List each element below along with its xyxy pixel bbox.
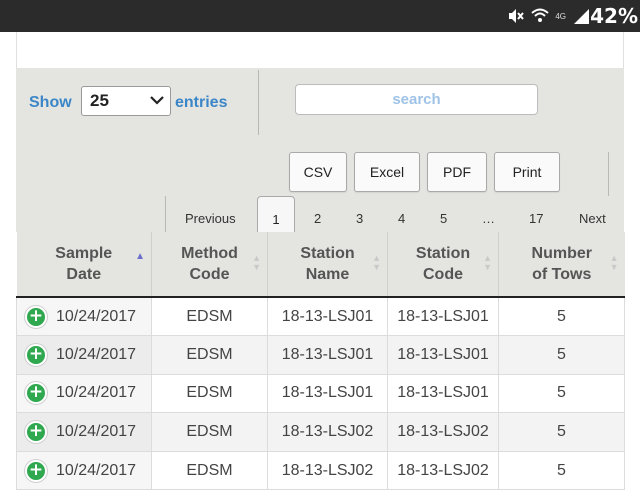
battery-percent: 42%	[590, 4, 638, 28]
page-spacer	[16, 32, 624, 68]
station-name-cell: 18-13-LSJ01	[267, 296, 388, 337]
pagination-page-5[interactable]: 5	[440, 211, 447, 226]
sort-icon: ▲ ▼	[372, 253, 381, 272]
sort-icon: ▲ ▼	[483, 253, 492, 272]
station-code-cell: 18-13-LSJ02	[387, 412, 499, 452]
expand-row-plus-icon[interactable]: +	[25, 305, 47, 328]
mute-icon	[509, 9, 525, 23]
pagination-page-2[interactable]: 2	[314, 211, 321, 226]
pagination-page-3[interactable]: 3	[356, 211, 363, 226]
column-header-station-name[interactable]: Station Name ▲ ▼	[267, 232, 388, 298]
chevron-down-icon	[150, 96, 164, 105]
print-button[interactable]: Print	[494, 152, 560, 192]
sample-date-cell: +10/24/2017	[16, 335, 152, 375]
pagination-previous[interactable]: Previous	[185, 211, 236, 226]
entries-value: 25	[90, 91, 109, 110]
entries-per-page-select[interactable]: 25	[81, 86, 171, 116]
pagination-ellipsis: …	[482, 211, 495, 226]
table-row: +10/24/2017 EDSM 18-13-LSJ01 18-13-LSJ01…	[16, 373, 625, 414]
controls-divider	[258, 70, 259, 135]
expand-row-plus-icon[interactable]: +	[25, 459, 47, 482]
sample-date-cell: +10/24/2017	[16, 450, 152, 490]
pagination-page-4[interactable]: 4	[398, 211, 405, 226]
station-name-cell: 18-13-LSJ01	[267, 335, 388, 375]
station-code-cell: 18-13-LSJ02	[387, 450, 499, 490]
pagination-next[interactable]: Next	[579, 211, 606, 226]
table-row: +10/24/2017 EDSM 18-13-LSJ02 18-13-LSJ02…	[16, 412, 625, 452]
method-code-cell: EDSM	[151, 373, 268, 414]
expand-row-plus-icon[interactable]: +	[25, 343, 47, 366]
sample-date-cell: +10/24/2017	[16, 296, 152, 337]
station-code-cell: 18-13-LSJ01	[387, 296, 499, 337]
show-label: Show	[29, 94, 72, 111]
buttons-divider	[608, 152, 609, 196]
table-row: +10/24/2017 EDSM 18-13-LSJ01 18-13-LSJ01…	[16, 335, 625, 375]
table-row: +10/24/2017 EDSM 18-13-LSJ01 18-13-LSJ01…	[16, 296, 625, 337]
column-header-method-code[interactable]: Method Code ▲ ▼	[151, 232, 268, 298]
network-type-label: 4G	[555, 11, 566, 21]
entries-label: entries	[175, 94, 228, 111]
data-table: Sample Date ▲ Method Code ▲ ▼ Station Nam…	[16, 232, 625, 490]
status-bar: 4G 42%	[0, 0, 640, 32]
search-input[interactable]: search	[295, 84, 538, 115]
table-controls-panel: Show 25 entries search CSV Excel PDF Pri…	[16, 68, 624, 241]
number-of-tows-cell: 5	[498, 335, 625, 375]
number-of-tows-cell: 5	[498, 296, 625, 337]
table-row: +10/24/2017 EDSM 18-13-LSJ02 18-13-LSJ02…	[16, 450, 625, 490]
csv-export-button[interactable]: CSV	[289, 152, 347, 192]
expand-row-plus-icon[interactable]: +	[25, 421, 47, 444]
station-code-cell: 18-13-LSJ01	[387, 335, 499, 375]
station-name-cell: 18-13-LSJ02	[267, 412, 388, 452]
excel-export-button[interactable]: Excel	[354, 152, 420, 192]
pdf-export-button[interactable]: PDF	[427, 152, 487, 192]
method-code-cell: EDSM	[151, 450, 268, 490]
station-code-cell: 18-13-LSJ01	[387, 373, 499, 414]
column-header-number-of-tows[interactable]: Number of Tows ▲ ▼	[498, 232, 625, 298]
number-of-tows-cell: 5	[498, 373, 625, 414]
method-code-cell: EDSM	[151, 296, 268, 337]
sample-date-cell: +10/24/2017	[16, 412, 152, 452]
signal-icon	[574, 9, 589, 24]
pagination-divider	[165, 196, 166, 232]
wifi-icon	[531, 8, 549, 22]
column-header-station-code[interactable]: Station Code ▲ ▼	[387, 232, 499, 298]
number-of-tows-cell: 5	[498, 450, 625, 490]
method-code-cell: EDSM	[151, 335, 268, 375]
method-code-cell: EDSM	[151, 412, 268, 452]
sort-icon: ▲ ▼	[252, 253, 261, 272]
column-header-sample-date[interactable]: Sample Date ▲	[16, 232, 152, 298]
pagination-page-17[interactable]: 17	[529, 211, 543, 226]
sort-icon: ▲ ▼	[609, 253, 619, 272]
station-name-cell: 18-13-LSJ02	[267, 450, 388, 490]
status-icons: 4G	[507, 7, 590, 25]
table-header-row: Sample Date ▲ Method Code ▲ ▼ Station Nam…	[16, 232, 625, 298]
number-of-tows-cell: 5	[498, 412, 625, 452]
sort-ascending-icon: ▲	[135, 251, 145, 262]
expand-row-plus-icon[interactable]: +	[25, 382, 47, 405]
station-name-cell: 18-13-LSJ01	[267, 373, 388, 414]
sample-date-cell: +10/24/2017	[16, 373, 152, 414]
